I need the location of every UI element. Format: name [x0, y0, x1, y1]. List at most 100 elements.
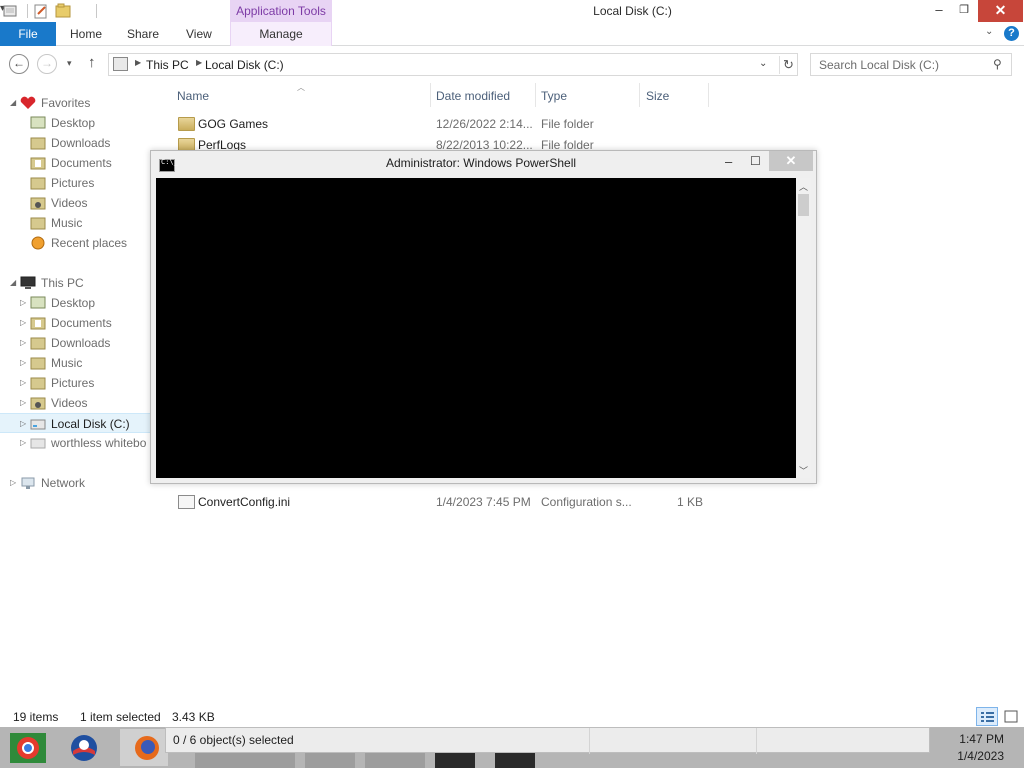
scrollbar-thumb[interactable]: [798, 194, 809, 216]
column-divider[interactable]: [639, 83, 640, 107]
selection-count: 1 item selected: [80, 710, 161, 724]
heart-icon: [20, 96, 36, 110]
column-header-size[interactable]: Size: [646, 87, 669, 109]
nav-pc-videos[interactable]: ▷ Videos: [0, 393, 155, 413]
firefox-icon[interactable]: [120, 729, 168, 766]
powershell-close-button[interactable]: ✕: [769, 151, 813, 171]
pictures-folder-icon: [30, 376, 46, 390]
expand-arrow-icon[interactable]: ▷: [20, 433, 26, 453]
nav-fav-downloads[interactable]: Downloads: [0, 133, 155, 153]
status-bar: 19 items 1 item selected 3.43 KB: [0, 705, 1024, 727]
toolbar-separator: [96, 4, 97, 18]
expand-ribbon-icon[interactable]: ⌄: [985, 26, 993, 37]
column-header-date-modified[interactable]: Date modified: [436, 87, 510, 109]
refresh-icon[interactable]: ↻: [779, 56, 797, 74]
column-divider[interactable]: [708, 83, 709, 107]
nav-fav-recent-places[interactable]: Recent places: [0, 233, 155, 253]
scroll-down-icon[interactable]: ﹀: [799, 464, 808, 477]
expand-arrow-icon[interactable]: ▷: [20, 373, 26, 393]
address-bar[interactable]: ▶ This PC ▶ Local Disk (C:) ⌄ ↻: [108, 53, 798, 76]
nav-fav-desktop[interactable]: Desktop: [0, 113, 155, 133]
nav-pc-documents[interactable]: ▷ Documents: [0, 313, 155, 333]
console-area[interactable]: [156, 178, 796, 478]
new-folder-icon[interactable]: [55, 3, 71, 19]
obama-logo-icon[interactable]: [60, 729, 108, 766]
tab-file[interactable]: File: [0, 22, 56, 46]
pictures-folder-icon: [30, 176, 46, 190]
documents-folder-icon: [30, 156, 46, 170]
properties-icon[interactable]: [33, 3, 49, 19]
taskbar-window-button[interactable]: [435, 753, 475, 768]
nav-pc-network-drive[interactable]: ▷ worthless whitebo: [0, 433, 155, 453]
nav-pc-desktop[interactable]: ▷ Desktop: [0, 293, 155, 313]
collapse-arrow-icon[interactable]: ◢: [10, 273, 16, 293]
taskbar-window-button[interactable]: [305, 753, 355, 768]
powershell-title: Administrator: Windows PowerShell: [385, 156, 577, 170]
file-row[interactable]: GOG Games 12/26/2022 2:14... File folder: [173, 114, 707, 135]
nav-fav-documents[interactable]: Documents: [0, 153, 155, 173]
nav-pc-downloads[interactable]: ▷ Downloads: [0, 333, 155, 353]
column-header-name[interactable]: Name: [177, 87, 209, 109]
taskbar-window-button[interactable]: [495, 753, 535, 768]
tab-share[interactable]: Share: [127, 22, 159, 46]
search-placeholder: Search Local Disk (C:): [819, 58, 940, 72]
taskbar-preview-bar[interactable]: 0 / 6 object(s) selected: [165, 727, 930, 754]
details-view-icon[interactable]: [976, 707, 998, 726]
expand-arrow-icon[interactable]: ▷: [10, 473, 16, 493]
expand-arrow-icon[interactable]: ▷: [20, 313, 26, 333]
nav-favorites[interactable]: ◢ Favorites: [0, 93, 155, 113]
collapse-arrow-icon[interactable]: ◢: [10, 93, 16, 113]
powershell-window[interactable]: C:\_ Administrator: Windows PowerShell –…: [150, 150, 817, 484]
powershell-minimize-button[interactable]: –: [725, 154, 732, 169]
column-divider[interactable]: [430, 83, 431, 107]
breadcrumb-arrow-icon[interactable]: ▶: [135, 58, 141, 67]
minimize-button[interactable]: –: [930, 0, 948, 22]
column-divider[interactable]: [535, 83, 536, 107]
taskbar-window-button[interactable]: [365, 753, 425, 768]
nav-pc-pictures[interactable]: ▷ Pictures: [0, 373, 155, 393]
expand-arrow-icon[interactable]: ▷: [20, 353, 26, 373]
powershell-maximize-button[interactable]: ☐: [750, 154, 761, 168]
breadcrumb-this-pc[interactable]: This PC: [146, 58, 189, 72]
expand-arrow-icon[interactable]: ▷: [20, 414, 26, 432]
search-input[interactable]: Search Local Disk (C:) ⚲: [810, 53, 1012, 76]
tab-home[interactable]: Home: [70, 22, 102, 46]
close-button[interactable]: ✕: [978, 0, 1023, 22]
nav-this-pc[interactable]: ◢ This PC: [0, 273, 155, 293]
nav-network[interactable]: ▷ Network: [0, 473, 155, 493]
back-button[interactable]: ←: [9, 54, 29, 74]
tab-manage[interactable]: Manage: [230, 22, 332, 46]
file-row[interactable]: ConvertConfig.ini 1/4/2023 7:45 PM Confi…: [173, 492, 707, 513]
system-clock[interactable]: 1:47 PM 1/4/2023: [934, 727, 1024, 768]
breadcrumb-arrow-icon[interactable]: ▶: [196, 58, 202, 67]
maximize-button[interactable]: ❐: [955, 0, 973, 22]
application-tools-context-header: Application Tools: [230, 0, 332, 22]
selection-size: 3.43 KB: [172, 710, 215, 724]
column-header-type[interactable]: Type: [541, 87, 567, 109]
downloads-folder-icon: [30, 336, 46, 350]
expand-arrow-icon[interactable]: ▷: [20, 393, 26, 413]
nav-pc-local-disk[interactable]: ▷ Local Disk (C:): [0, 413, 155, 433]
nav-pc-music[interactable]: ▷ Music: [0, 353, 155, 373]
forward-button[interactable]: →: [37, 54, 57, 74]
address-dropdown-icon[interactable]: ⌄: [759, 58, 767, 69]
powershell-icon[interactable]: C:\_: [159, 158, 178, 172]
videos-folder-icon: [30, 396, 46, 410]
expand-arrow-icon[interactable]: ▷: [20, 333, 26, 353]
tab-view[interactable]: View: [186, 22, 212, 46]
nav-fav-videos[interactable]: Videos: [0, 193, 155, 213]
up-arrow-icon[interactable]: ↑: [88, 54, 96, 71]
vertical-scrollbar[interactable]: ︿ ﹀: [796, 178, 811, 478]
breadcrumb-local-disk[interactable]: Local Disk (C:): [205, 58, 284, 72]
search-icon[interactable]: ⚲: [993, 57, 1002, 71]
nav-fav-music[interactable]: Music: [0, 213, 155, 233]
recent-locations-dropdown-icon[interactable]: ▾: [67, 58, 72, 69]
chrome-icon[interactable]: [4, 729, 52, 766]
nav-fav-pictures[interactable]: Pictures: [0, 173, 155, 193]
taskbar-window-button[interactable]: [195, 753, 295, 768]
scroll-up-icon[interactable]: ︿: [799, 180, 808, 193]
help-icon[interactable]: ?: [1004, 26, 1019, 41]
expand-arrow-icon[interactable]: ▷: [20, 293, 26, 313]
large-icons-view-icon[interactable]: [1002, 707, 1020, 726]
system-menu-icon[interactable]: [2, 3, 18, 19]
